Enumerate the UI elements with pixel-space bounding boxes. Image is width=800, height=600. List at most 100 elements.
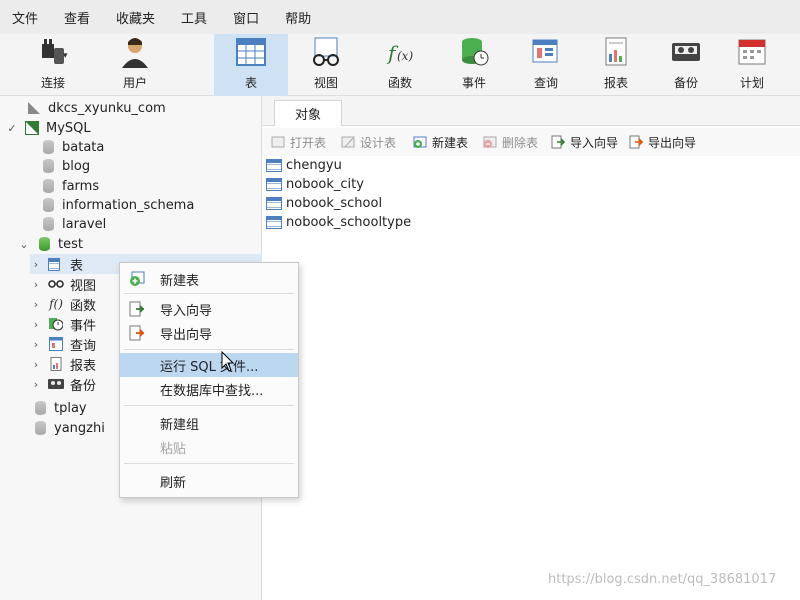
database-icon xyxy=(40,217,56,231)
glasses-icon xyxy=(309,36,343,68)
menu-divider xyxy=(124,293,294,294)
context-new-table[interactable]: 新建表 xyxy=(120,267,298,291)
tree-test-reports[interactable]: › 报表 xyxy=(30,354,96,374)
delete-table-icon xyxy=(482,134,498,150)
context-run-sql-file[interactable]: 运行 SQL 文件... xyxy=(120,353,298,377)
main-toolbar: ▾ 连接 用户 表 视图 f (x) 函数 事件 查询 报表 备份 计划 xyxy=(0,34,800,96)
menu-divider xyxy=(124,405,294,406)
add-table-icon xyxy=(128,270,146,288)
menu-help[interactable]: 帮助 xyxy=(285,8,311,27)
table-item-nobook-school[interactable]: nobook_school xyxy=(266,194,382,213)
context-menu: 新建表 导入向导 导出向导 运行 SQL 文件... 在数据库中查找... 新建… xyxy=(119,262,299,498)
database-icon xyxy=(40,159,56,173)
connect-button[interactable]: ▾ 连接 xyxy=(18,34,88,96)
context-export-wizard[interactable]: 导出向导 xyxy=(120,321,298,345)
view-button[interactable]: 视图 xyxy=(296,34,356,96)
menu-view[interactable]: 查看 xyxy=(64,8,90,27)
tree-test-views[interactable]: › 视图 xyxy=(30,274,96,294)
event-button[interactable]: 事件 xyxy=(444,34,504,96)
import-icon xyxy=(128,300,146,318)
glasses-icon xyxy=(48,277,64,291)
tree-item-mysql[interactable]: ✓ MySQL xyxy=(6,118,90,138)
chevron-down-icon[interactable]: ⌄ xyxy=(18,238,30,251)
tab-objects[interactable]: 对象 xyxy=(274,100,342,126)
user-button[interactable]: 用户 xyxy=(102,34,168,96)
tree-db-farms[interactable]: farms xyxy=(40,176,99,196)
query-button[interactable]: 查询 xyxy=(516,34,576,96)
tree-db-tplay[interactable]: tplay xyxy=(32,398,87,418)
tab-strip: 对象 xyxy=(262,96,800,126)
import-icon xyxy=(550,134,566,150)
database-icon xyxy=(40,140,56,154)
table-item-nobook-schooltype[interactable]: nobook_schooltype xyxy=(266,213,411,232)
backup-button[interactable]: 备份 xyxy=(656,34,716,96)
svg-text:▾: ▾ xyxy=(63,51,68,61)
table-button[interactable]: 表 xyxy=(214,34,288,96)
add-table-icon xyxy=(412,134,428,150)
context-import-wizard[interactable]: 导入向导 xyxy=(120,297,298,321)
database-icon xyxy=(32,401,48,415)
chevron-right-icon[interactable]: › xyxy=(30,318,42,331)
import-wizard-button[interactable]: 导入向导 xyxy=(550,132,618,152)
query-icon xyxy=(48,337,64,351)
menu-bar: 文件 查看 收藏夹 工具 窗口 帮助 xyxy=(0,0,800,34)
tree-db-test[interactable]: ⌄ test xyxy=(18,234,83,254)
tree-db-batata[interactable]: batata xyxy=(40,137,104,157)
menu-favorites[interactable]: 收藏夹 xyxy=(116,8,155,27)
function-icon: f (x) xyxy=(383,36,417,68)
table-item-chengyu[interactable]: chengyu xyxy=(266,156,342,175)
table-icon xyxy=(266,159,282,172)
database-open-icon xyxy=(36,237,52,251)
plug-icon: ▾ xyxy=(36,36,70,68)
open-table-button[interactable]: 打开表 xyxy=(270,132,326,152)
objects-panel: 对象 打开表 设计表 新建表 删除表 导入向导 导出向导 chengyu nob… xyxy=(262,96,800,600)
svg-text:(x): (x) xyxy=(397,49,413,63)
table-icon xyxy=(234,36,268,68)
chevron-right-icon[interactable]: › xyxy=(30,378,42,391)
object-toolbar: 打开表 设计表 新建表 删除表 导入向导 导出向导 xyxy=(262,128,800,156)
table-icon xyxy=(48,257,64,271)
new-table-button[interactable]: 新建表 xyxy=(412,132,468,152)
menu-file[interactable]: 文件 xyxy=(12,8,38,27)
tree-db-blog[interactable]: blog xyxy=(40,156,90,176)
delete-table-button[interactable]: 删除表 xyxy=(482,132,538,152)
function-button[interactable]: f (x) 函数 xyxy=(370,34,430,96)
table-icon xyxy=(266,178,282,191)
function-icon: f() xyxy=(49,297,63,311)
context-new-group[interactable]: 新建组 xyxy=(120,411,298,435)
context-paste[interactable]: 粘贴 xyxy=(120,435,298,459)
mouse-pointer-icon xyxy=(221,350,235,377)
chevron-right-icon[interactable]: › xyxy=(30,258,42,271)
report-button[interactable]: 报表 xyxy=(586,34,646,96)
tree-db-laravel[interactable]: laravel xyxy=(40,214,106,234)
schedule-button[interactable]: 计划 xyxy=(722,34,782,96)
chevron-right-icon[interactable]: › xyxy=(30,358,42,371)
tree-db-information-schema[interactable]: information_schema xyxy=(40,195,194,215)
open-table-icon xyxy=(270,134,286,150)
menu-tools[interactable]: 工具 xyxy=(181,8,207,27)
context-refresh[interactable]: 刷新 xyxy=(120,469,298,493)
table-icon xyxy=(266,216,282,229)
user-icon xyxy=(118,36,152,68)
context-find-in-database[interactable]: 在数据库中查找... xyxy=(120,377,298,401)
tree-test-queries[interactable]: › 查询 xyxy=(30,334,96,354)
database-icon xyxy=(32,421,48,435)
chevron-down-icon[interactable]: ✓ xyxy=(6,122,18,135)
backup-icon xyxy=(48,377,64,391)
export-wizard-button[interactable]: 导出向导 xyxy=(628,132,696,152)
tree-test-functions[interactable]: › f() 函数 xyxy=(30,294,96,314)
chevron-right-icon[interactable]: › xyxy=(30,338,42,351)
table-icon xyxy=(266,197,282,210)
mysql-connection-icon xyxy=(24,121,40,135)
event-icon xyxy=(457,36,491,68)
tree-item-dkcs[interactable]: dkcs_xyunku_com xyxy=(26,98,166,118)
menu-window[interactable]: 窗口 xyxy=(233,8,259,27)
tree-db-yangzhi[interactable]: yangzhi xyxy=(32,418,105,438)
export-icon xyxy=(628,134,644,150)
chevron-right-icon[interactable]: › xyxy=(30,278,42,291)
tree-test-backups[interactable]: › 备份 xyxy=(30,374,96,394)
tree-test-events[interactable]: › 事件 xyxy=(30,314,96,334)
table-item-nobook-city[interactable]: nobook_city xyxy=(266,175,364,194)
chevron-right-icon[interactable]: › xyxy=(30,298,42,311)
design-table-button[interactable]: 设计表 xyxy=(340,132,396,152)
